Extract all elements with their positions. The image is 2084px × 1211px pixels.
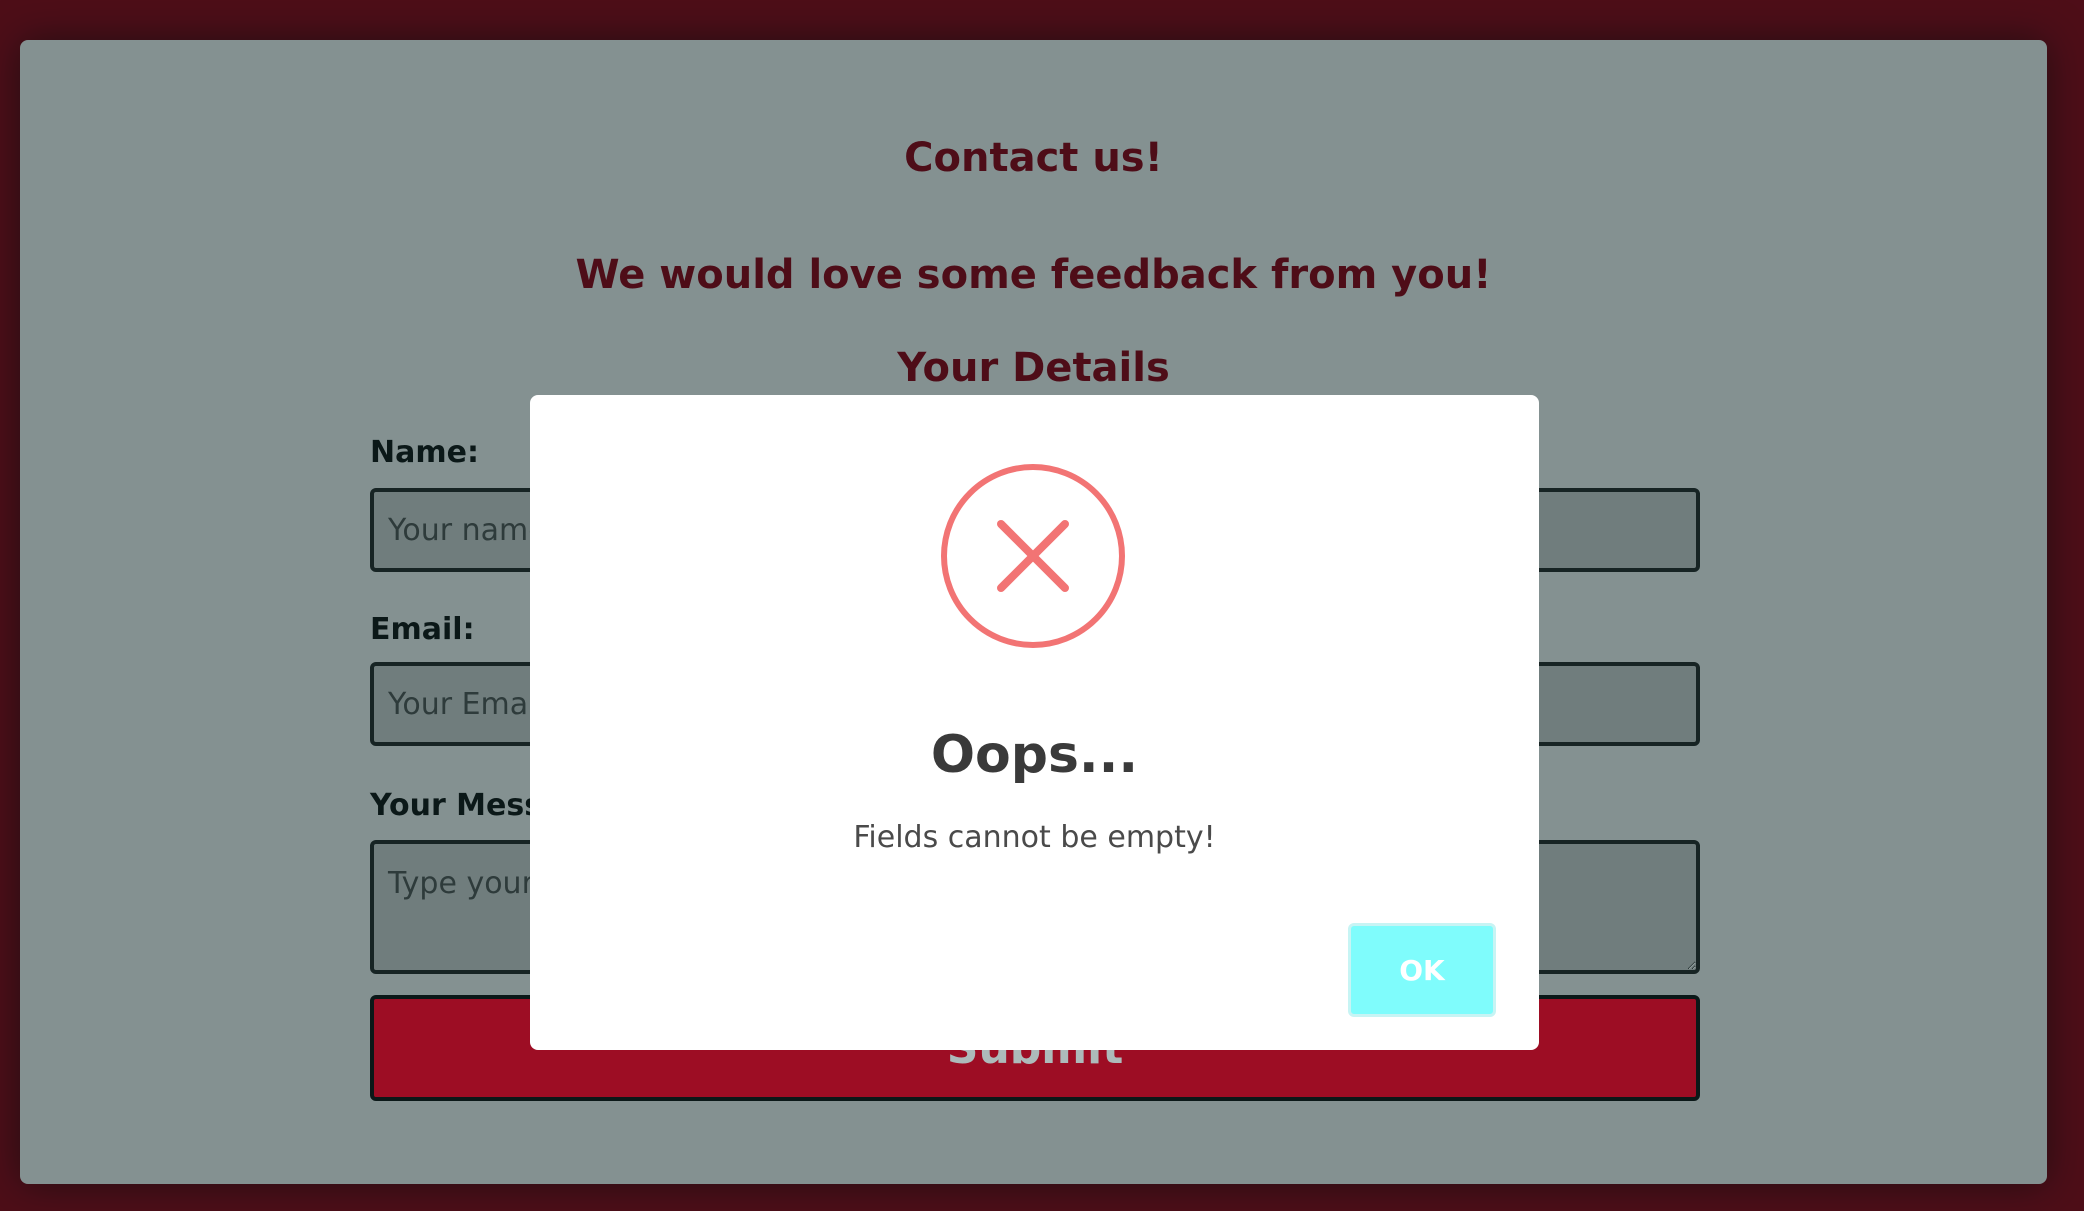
ok-button[interactable]: OK xyxy=(1348,923,1496,1017)
error-x-icon xyxy=(941,464,1125,648)
dialog-title: Oops... xyxy=(930,725,1139,785)
dialog-message: Fields cannot be empty! xyxy=(853,820,1216,855)
error-dialog: Oops... Fields cannot be empty! OK xyxy=(530,395,1539,1050)
